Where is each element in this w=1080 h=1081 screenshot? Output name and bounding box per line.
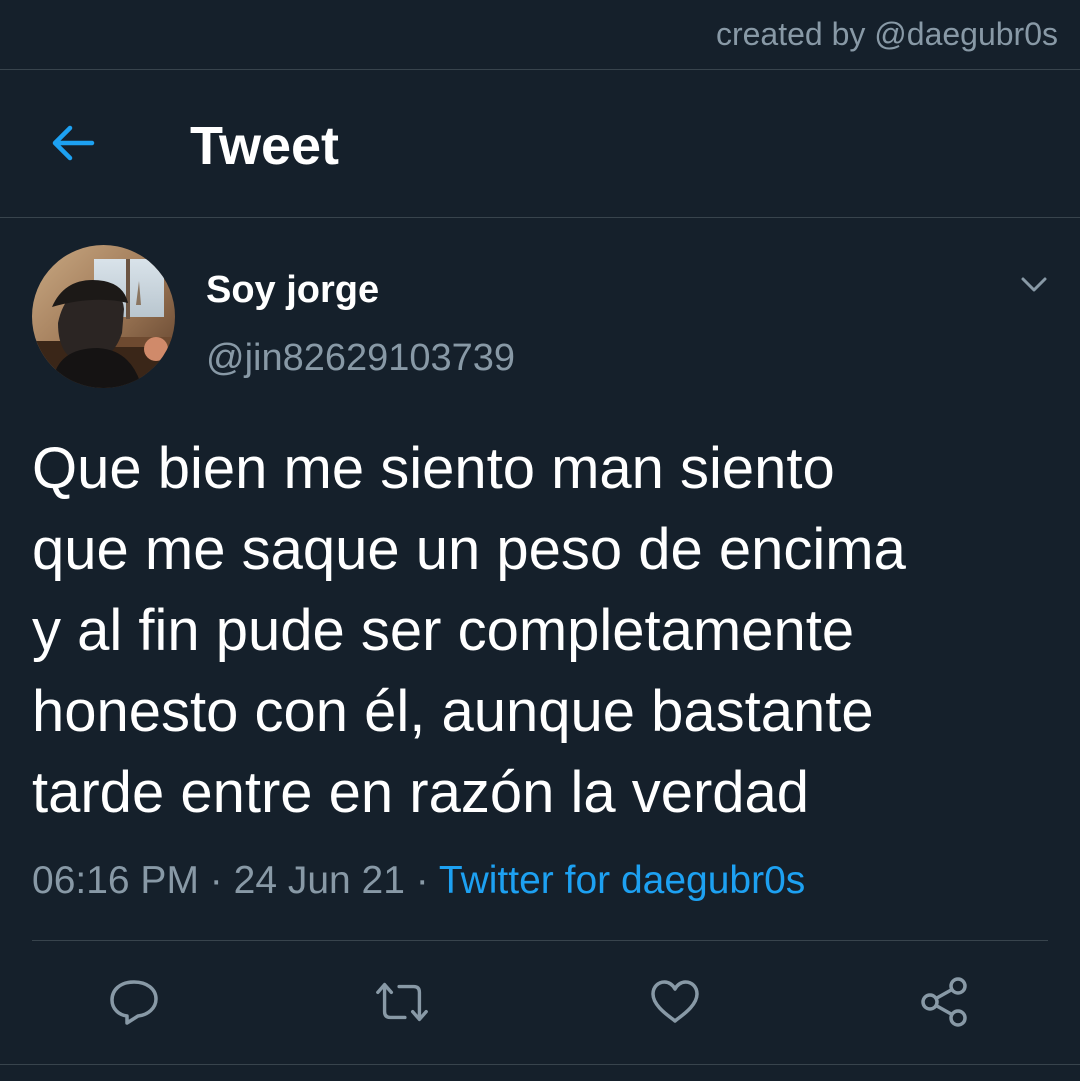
tweet-source-link[interactable]: Twitter for daegubr0s: [439, 859, 805, 902]
retweet-button[interactable]: [372, 972, 432, 1032]
page-title: Tweet: [190, 116, 340, 176]
tweet-date: 24 Jun 21: [233, 859, 405, 902]
tweet-meta: 06:16 PM · 24 Jun 21 · Twitter for daegu…: [32, 856, 805, 906]
meta-separator: ·: [209, 859, 223, 902]
header-divider: [0, 217, 1080, 218]
user-handle[interactable]: @jin82629103739: [206, 334, 515, 382]
back-button[interactable]: [40, 110, 106, 176]
tweet-time: 06:16 PM: [32, 859, 199, 902]
share-button[interactable]: [914, 972, 974, 1032]
share-icon: [921, 977, 967, 1027]
like-button[interactable]: [645, 972, 705, 1032]
tweet-menu-button[interactable]: [1010, 265, 1058, 305]
tweet-text: Que bien me siento man siento que me saq…: [32, 436, 906, 825]
bottom-divider: [0, 1064, 1080, 1065]
avatar[interactable]: [32, 245, 175, 388]
reply-icon: [110, 980, 158, 1025]
watermark-text: created by @daegubr0s: [715, 16, 1058, 52]
display-name[interactable]: Soy jorge: [206, 266, 379, 314]
retweet-icon: [376, 982, 428, 1022]
profile-photo: [32, 245, 175, 388]
like-icon: [651, 980, 699, 1023]
actions-divider: [32, 940, 1048, 941]
reply-button[interactable]: [104, 972, 164, 1032]
chevron-down-icon: [1021, 277, 1047, 292]
arrow-left-icon: [52, 125, 95, 161]
meta-separator: ·: [415, 859, 429, 902]
top-bar: Tweet: [0, 70, 1080, 217]
